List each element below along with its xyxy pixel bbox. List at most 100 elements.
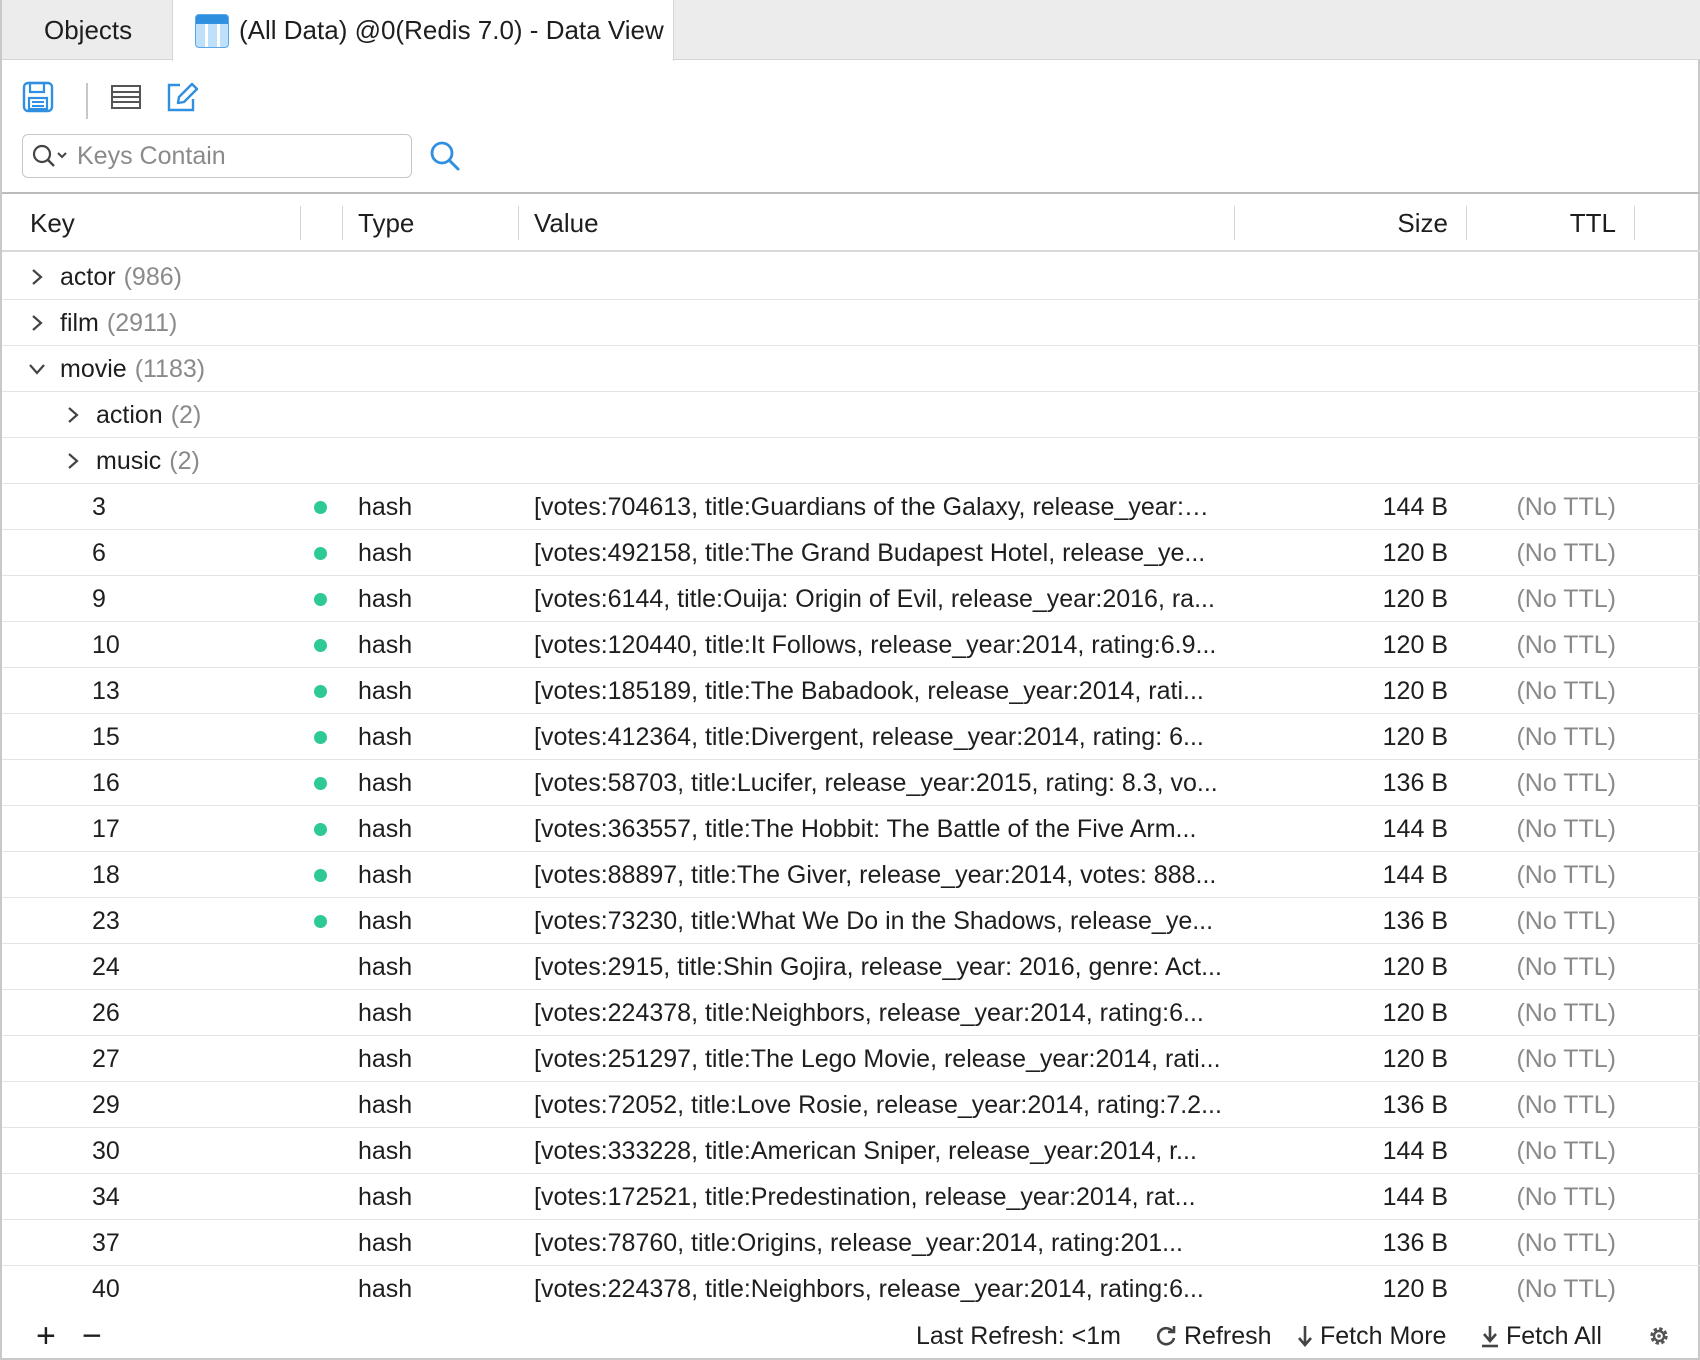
ttl-cell: (No TTL) [1516,998,1616,1027]
key-cell: 10 [92,630,120,659]
type-cell: hash [358,1044,413,1073]
tab-objects-label: Objects [44,14,133,45]
group-name: action [96,400,163,429]
search-options-icon[interactable] [31,142,71,170]
column-value-label: Value [534,207,599,238]
column-header-value[interactable]: Value [534,194,599,252]
status-dot-icon [314,776,327,790]
table-row[interactable]: 13 hash [votes:185189, title:The Babadook,… [2,668,1700,714]
table-row[interactable]: 23 hash [votes:73230, title:What We Do in … [2,898,1700,944]
table-row[interactable]: 10 hash [votes:120440, title:It Follows, r… [2,622,1700,668]
size-cell: 144 B [1382,492,1448,521]
refresh-button[interactable]: Refresh [1154,1312,1272,1360]
ttl-cell: (No TTL) [1516,1228,1616,1257]
group-cell: actor (986) [26,254,182,300]
size-cell: 144 B [1382,1136,1448,1165]
tab-objects[interactable]: Objects [2,0,172,60]
table-row[interactable]: 30 hash [votes:333228, title:American Snip… [2,1128,1700,1174]
status-dot [314,714,327,760]
status-dot [314,760,327,806]
table-row[interactable]: 27 hash [votes:251297, title:The Lego Movi… [2,1036,1700,1082]
fetch-all-button[interactable]: Fetch All [1480,1312,1602,1360]
fetch-more-button[interactable]: Fetch More [1296,1312,1446,1360]
type-cell: hash [358,1136,413,1165]
edit-button[interactable] [162,77,202,117]
group-row-actor[interactable]: actor (986) [2,254,1700,300]
search-input[interactable] [77,141,387,171]
remove-key-button[interactable]: − [82,1312,102,1360]
value-cell: [votes:333228, title:American Sniper, re… [534,1136,1197,1165]
chevron-right-icon[interactable] [62,404,84,426]
table-row[interactable]: 29 hash [votes:72052, title:Love Rosie, re… [2,1082,1700,1128]
chevron-right-icon[interactable] [62,450,84,472]
size-cell: 136 B [1382,906,1448,935]
ttl-cell: (No TTL) [1516,952,1616,981]
key-cell: 27 [92,1044,120,1073]
ttl-cell: (No TTL) [1516,768,1616,797]
save-button[interactable] [18,77,58,117]
table-row[interactable]: 34 hash [votes:172521, title:Predestinatio… [2,1174,1700,1220]
list-view-button[interactable] [106,77,146,117]
status-bar: + − Last Refresh: <1m Refresh Fetch More… [2,1312,1700,1360]
group-row-film[interactable]: film (2911) [2,300,1700,346]
group-row-movie[interactable]: movie (1183) [2,346,1700,392]
table-body: actor (986) film (2911) movie (1183) act… [2,254,1700,1310]
column-separator[interactable] [342,206,343,240]
size-cell: 144 B [1382,1182,1448,1211]
tab-bar: Objects (All Data) @0(Redis 7.0) - Data … [2,0,1700,61]
status-dot [314,668,327,714]
key-cell: 13 [92,676,120,705]
column-separator[interactable] [1466,206,1467,240]
table-row[interactable]: 26 hash [votes:224378, title:Neighbors, re… [2,990,1700,1036]
table-row[interactable]: 16 hash [votes:58703, title:Lucifer, relea… [2,760,1700,806]
type-cell: hash [358,768,413,797]
chevron-right-icon[interactable] [26,266,48,288]
value-cell: [votes:6144, title:Ouija: Origin of Evil… [534,584,1215,613]
status-dot-icon [314,822,327,836]
column-separator[interactable] [300,206,301,240]
settings-button[interactable] [1646,1312,1672,1360]
table-row[interactable]: 17 hash [votes:363557, title:The Hobbit: T… [2,806,1700,852]
key-cell: 40 [92,1274,120,1303]
column-key-label: Key [30,207,75,238]
chevron-right-icon[interactable] [26,312,48,334]
value-cell: [votes:704613, title:Guardians of the Ga… [534,492,1209,521]
refresh-label: Refresh [1184,1321,1272,1350]
add-key-button[interactable]: + [36,1312,56,1360]
group-cell: movie (1183) [26,346,205,392]
column-separator[interactable] [1234,206,1235,240]
table-row[interactable]: 15 hash [votes:412364, title:Divergent, re… [2,714,1700,760]
column-separator[interactable] [518,206,519,240]
table-row[interactable]: 3 hash [votes:704613, title:Guardians of t… [2,484,1700,530]
status-dot [314,484,327,530]
tab-data-view[interactable]: (All Data) @0(Redis 7.0) - Data View [172,0,674,61]
size-cell: 144 B [1382,860,1448,889]
group-cell: action (2) [62,392,201,438]
status-dot-icon [314,592,327,606]
size-cell: 120 B [1382,952,1448,981]
type-cell: hash [358,814,413,843]
refresh-icon [1156,1326,1176,1346]
table-row[interactable]: 37 hash [votes:78760, title:Origins, relea… [2,1220,1700,1266]
key-cell: 29 [92,1090,120,1119]
column-header-ttl[interactable]: TTL [1482,194,1616,252]
table-row[interactable]: 6 hash [votes:492158, title:The Grand Buda… [2,530,1700,576]
chevron-down-icon[interactable] [26,358,48,380]
group-row-action[interactable]: action (2) [2,392,1700,438]
key-cell: 24 [92,952,120,981]
column-header-type[interactable]: Type [358,194,414,252]
ttl-cell: (No TTL) [1516,1044,1616,1073]
type-cell: hash [358,1228,413,1257]
column-header-size[interactable]: Size [1250,194,1448,252]
column-separator[interactable] [1634,206,1635,240]
table-row[interactable]: 24 hash [votes:2915, title:Shin Gojira, re… [2,944,1700,990]
table-row[interactable]: 9 hash [votes:6144, title:Ouija: Origin of… [2,576,1700,622]
group-row-music[interactable]: music (2) [2,438,1700,484]
value-cell: [votes:78760, title:Origins, release_yea… [534,1228,1183,1257]
group-name: actor [60,262,116,291]
table-row[interactable]: 18 hash [votes:88897, title:The Giver, rel… [2,852,1700,898]
type-cell: hash [358,860,413,889]
table-row[interactable]: 40 hash [votes:224378, title:Neighbors, re… [2,1266,1700,1310]
search-icon[interactable] [427,138,463,174]
column-header-key[interactable]: Key [30,194,75,252]
